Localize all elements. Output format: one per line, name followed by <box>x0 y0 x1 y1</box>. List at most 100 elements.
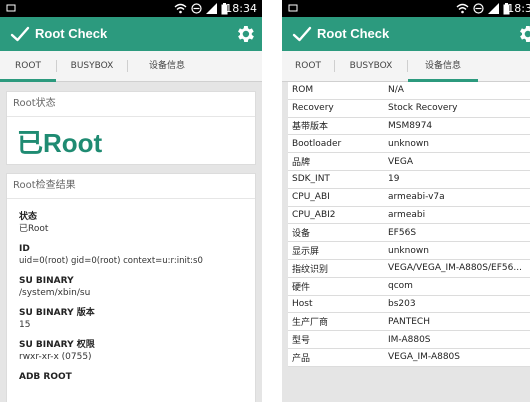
root-results-card: Root检查结果 状态 已Root ID uid=0(root) gid=0(r… <box>6 173 256 402</box>
app-title: Root Check <box>35 26 108 41</box>
status-bar: 18:34 <box>0 0 262 17</box>
info-key: CPU_ABI <box>292 192 330 203</box>
info-key: 硬件 <box>292 282 311 293</box>
info-key: 产品 <box>292 353 311 364</box>
tab-bar: ROOT BUSYBOX 设备信息 <box>0 51 262 82</box>
status-time: 18:34 <box>225 2 257 15</box>
result-field-su-binary: SU BINARY /system/xbin/su <box>7 275 255 299</box>
checkmark-icon <box>10 26 30 42</box>
field-label: ID <box>19 244 30 254</box>
root-status-title: Root状态 <box>7 92 255 117</box>
info-key: ROM <box>292 85 314 96</box>
field-value: rwxr-xr-x (0755) <box>19 352 92 362</box>
field-value: 已Root <box>19 224 49 234</box>
table-row: CPU_ABI armeabi-v7a <box>288 189 530 207</box>
info-value: bs203 <box>388 298 416 309</box>
notification-icon <box>288 4 298 12</box>
info-value: unknown <box>388 245 429 256</box>
info-value: N/A <box>388 85 404 96</box>
info-value: VEGA <box>388 156 413 167</box>
result-field-su-version: SU BINARY 版本 15 <box>7 307 255 331</box>
info-key: Host <box>292 298 313 309</box>
info-key: CPU_ABI2 <box>292 209 336 220</box>
tab-bar: ROOT BUSYBOX 设备信息 <box>282 51 530 82</box>
tab-root[interactable]: ROOT <box>0 51 56 82</box>
field-label: SU BINARY 版本 <box>19 308 95 318</box>
wifi-icon <box>456 3 469 14</box>
info-value: 19 <box>388 174 400 185</box>
root-status-card: Root状态 已Root <box>6 91 256 165</box>
info-value: Stock Recovery <box>388 103 458 114</box>
table-row: SDK_INT 19 <box>288 171 530 189</box>
gear-icon[interactable] <box>516 23 530 45</box>
results-title: Root检查结果 <box>7 174 255 199</box>
result-field-status: 状态 已Root <box>7 211 255 235</box>
table-row: 显示屏 unknown <box>288 242 530 260</box>
info-value: armeabi <box>388 209 426 220</box>
field-label: SU BINARY 权限 <box>19 340 95 350</box>
app-bar: Root Check <box>282 17 530 51</box>
tab-busybox[interactable]: BUSYBOX <box>57 51 127 81</box>
tab-busybox[interactable]: BUSYBOX <box>335 51 407 81</box>
dnd-icon <box>473 3 484 14</box>
info-key: 品牌 <box>292 158 311 169</box>
tab-device-info[interactable]: 设备信息 <box>408 51 478 82</box>
info-value: VEGA/VEGA_IM-A880S/EF56... <box>388 263 522 274</box>
field-value: /system/xbin/su <box>19 288 91 298</box>
info-key: 型号 <box>292 336 311 347</box>
result-field-adb-root: ADB ROOT <box>7 371 255 383</box>
tab-device-info[interactable]: 设备信息 <box>128 51 206 81</box>
table-row: 品牌 VEGA <box>288 153 530 171</box>
field-label: 状态 <box>19 212 38 222</box>
info-value: VEGA_IM-A880S <box>388 352 460 363</box>
info-value: unknown <box>388 138 429 149</box>
app-bar: Root Check <box>0 17 262 51</box>
dnd-icon <box>191 3 202 14</box>
info-value: MSM8974 <box>388 120 433 131</box>
tab-root[interactable]: ROOT <box>282 51 334 81</box>
info-key: SDK_INT <box>292 174 330 185</box>
field-value: 15 <box>19 320 31 330</box>
table-row: 基带版本 MSM8974 <box>288 118 530 136</box>
notification-icon <box>6 4 16 12</box>
info-key: 生产厂商 <box>292 318 329 329</box>
info-key: 基带版本 <box>292 122 329 133</box>
table-row: 型号 IM-A880S <box>288 331 530 349</box>
field-label: SU BINARY <box>19 276 74 286</box>
checkmark-icon <box>292 26 312 42</box>
info-key: Bootloader <box>292 138 342 149</box>
result-field-su-permission: SU BINARY 权限 rwxr-xr-x (0755) <box>7 339 255 363</box>
info-value: armeabi-v7a <box>388 192 445 203</box>
phone-screen-root: 18:34 Root Check ROOT BUSYBOX 设备信息 Root状… <box>0 0 262 402</box>
field-label: ADB ROOT <box>19 372 72 382</box>
gear-icon[interactable] <box>234 23 256 45</box>
table-row: 硬件 qcom <box>288 278 530 296</box>
field-value: uid=0(root) gid=0(root) context=u:r:init… <box>19 256 203 266</box>
phone-screen-device-info: 18:34 Root Check ROOT BUSYBOX 设备信息 ROM N/… <box>282 0 530 402</box>
status-time: 18:34 <box>507 2 530 15</box>
table-row: 生产厂商 PANTECH <box>288 313 530 332</box>
table-row: ROM N/A <box>288 82 530 100</box>
app-title: Root Check <box>317 26 390 41</box>
signal-icon <box>488 3 499 14</box>
root-status-value: 已Root <box>17 128 103 158</box>
table-row: Host bs203 <box>288 296 530 314</box>
table-row: 指纹识别 VEGA/VEGA_IM-A880S/EF56... <box>288 260 530 278</box>
info-value: PANTECH <box>388 316 430 327</box>
info-key: 设备 <box>292 229 311 240</box>
info-key: 显示屏 <box>292 247 320 258</box>
result-field-id: ID uid=0(root) gid=0(root) context=u:r:i… <box>7 243 255 267</box>
table-row: 产品 VEGA_IM-A880S <box>288 349 530 367</box>
table-row: Recovery Stock Recovery <box>288 100 530 118</box>
table-row: CPU_ABI2 armeabi <box>288 207 530 225</box>
info-value: EF56S <box>388 227 417 238</box>
info-key: Recovery <box>292 103 334 114</box>
signal-icon <box>206 3 217 14</box>
table-row: 设备 EF56S <box>288 224 530 243</box>
wifi-icon <box>174 3 187 14</box>
device-info-table: ROM N/A Recovery Stock Recovery 基带版本 MSM897… <box>288 82 530 367</box>
table-row: Bootloader unknown <box>288 135 530 154</box>
info-key: 指纹识别 <box>292 264 329 275</box>
info-value: qcom <box>388 281 413 292</box>
info-value: IM-A880S <box>388 334 431 345</box>
